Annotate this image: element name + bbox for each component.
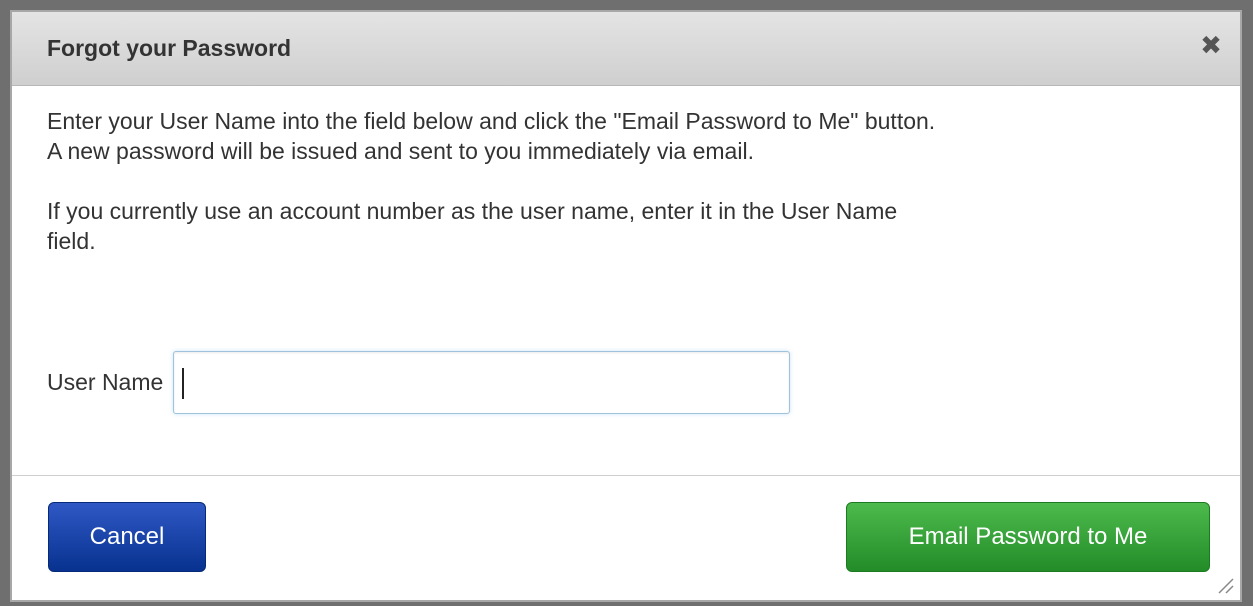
username-input[interactable] [173, 351, 791, 414]
instructions-line: field. [47, 228, 96, 254]
username-row: User Name [47, 350, 791, 415]
instructions-paragraph-2: If you currently use an account number a… [47, 196, 1220, 256]
dialog-title: Forgot your Password [47, 35, 292, 61]
text-cursor [182, 368, 185, 399]
close-icon[interactable]: ✖ [1196, 31, 1226, 61]
email-password-button[interactable]: Email Password to Me [846, 502, 1210, 572]
instructions-line: If you currently use an account number a… [47, 198, 898, 224]
forgot-password-dialog: Forgot your Password ✖ Enter your User N… [10, 10, 1242, 602]
footer-divider [12, 475, 1240, 476]
username-label: User Name [47, 369, 164, 395]
instructions-paragraph-1: Enter your User Name into the field belo… [47, 106, 1220, 166]
instructions-line: A new password will be issued and sent t… [47, 138, 754, 164]
resize-grip-icon[interactable] [1216, 576, 1234, 594]
instructions-line: Enter your User Name into the field belo… [47, 108, 936, 134]
dialog-instructions: Enter your User Name into the field belo… [47, 106, 1220, 286]
cancel-button[interactable]: Cancel [48, 502, 206, 572]
dialog-titlebar[interactable]: Forgot your Password ✖ [12, 12, 1240, 86]
